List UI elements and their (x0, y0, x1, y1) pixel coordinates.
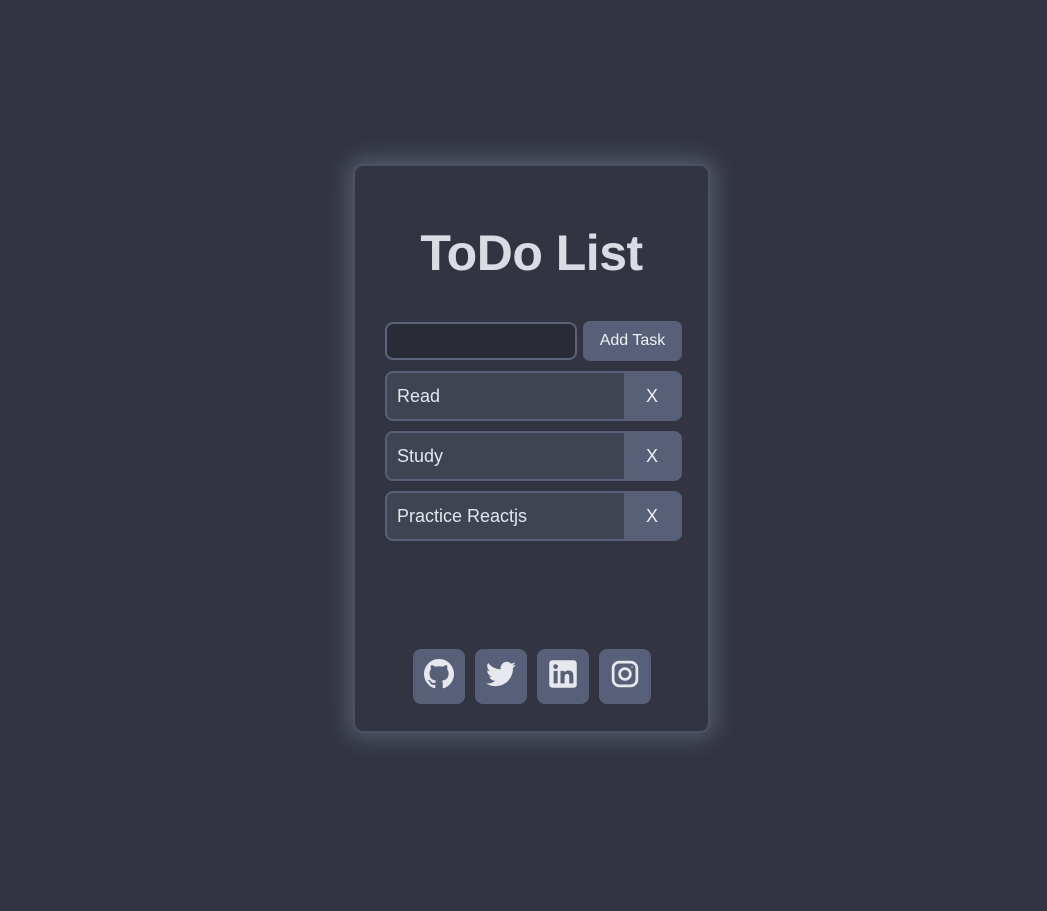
todo-card: ToDo List Add Task Read X Study X Practi… (353, 164, 710, 733)
task-label: Read (397, 386, 441, 406)
twitter-link[interactable] (474, 649, 527, 704)
instagram-link[interactable] (598, 649, 651, 704)
delete-task-button[interactable]: X (624, 433, 680, 479)
twitter-icon (485, 659, 516, 694)
social-links (355, 649, 708, 704)
task-label: Study (397, 446, 444, 466)
task-label: Practice Reactjs (397, 506, 528, 526)
add-task-button[interactable]: Add Task (583, 321, 682, 361)
delete-task-button[interactable]: X (624, 373, 680, 419)
linkedin-icon (548, 659, 578, 694)
instagram-icon (610, 659, 640, 694)
task-list: Read X Study X Practice Reactjs X (385, 371, 682, 551)
task-item: Study X (385, 431, 682, 481)
page-title: ToDo List (420, 225, 643, 281)
delete-task-button[interactable]: X (624, 493, 680, 539)
linkedin-link[interactable] (536, 649, 589, 704)
github-icon (423, 659, 454, 694)
task-item: Read X (385, 371, 682, 421)
task-item: Practice Reactjs X (385, 491, 682, 541)
github-link[interactable] (412, 649, 465, 704)
task-input[interactable] (385, 322, 577, 360)
